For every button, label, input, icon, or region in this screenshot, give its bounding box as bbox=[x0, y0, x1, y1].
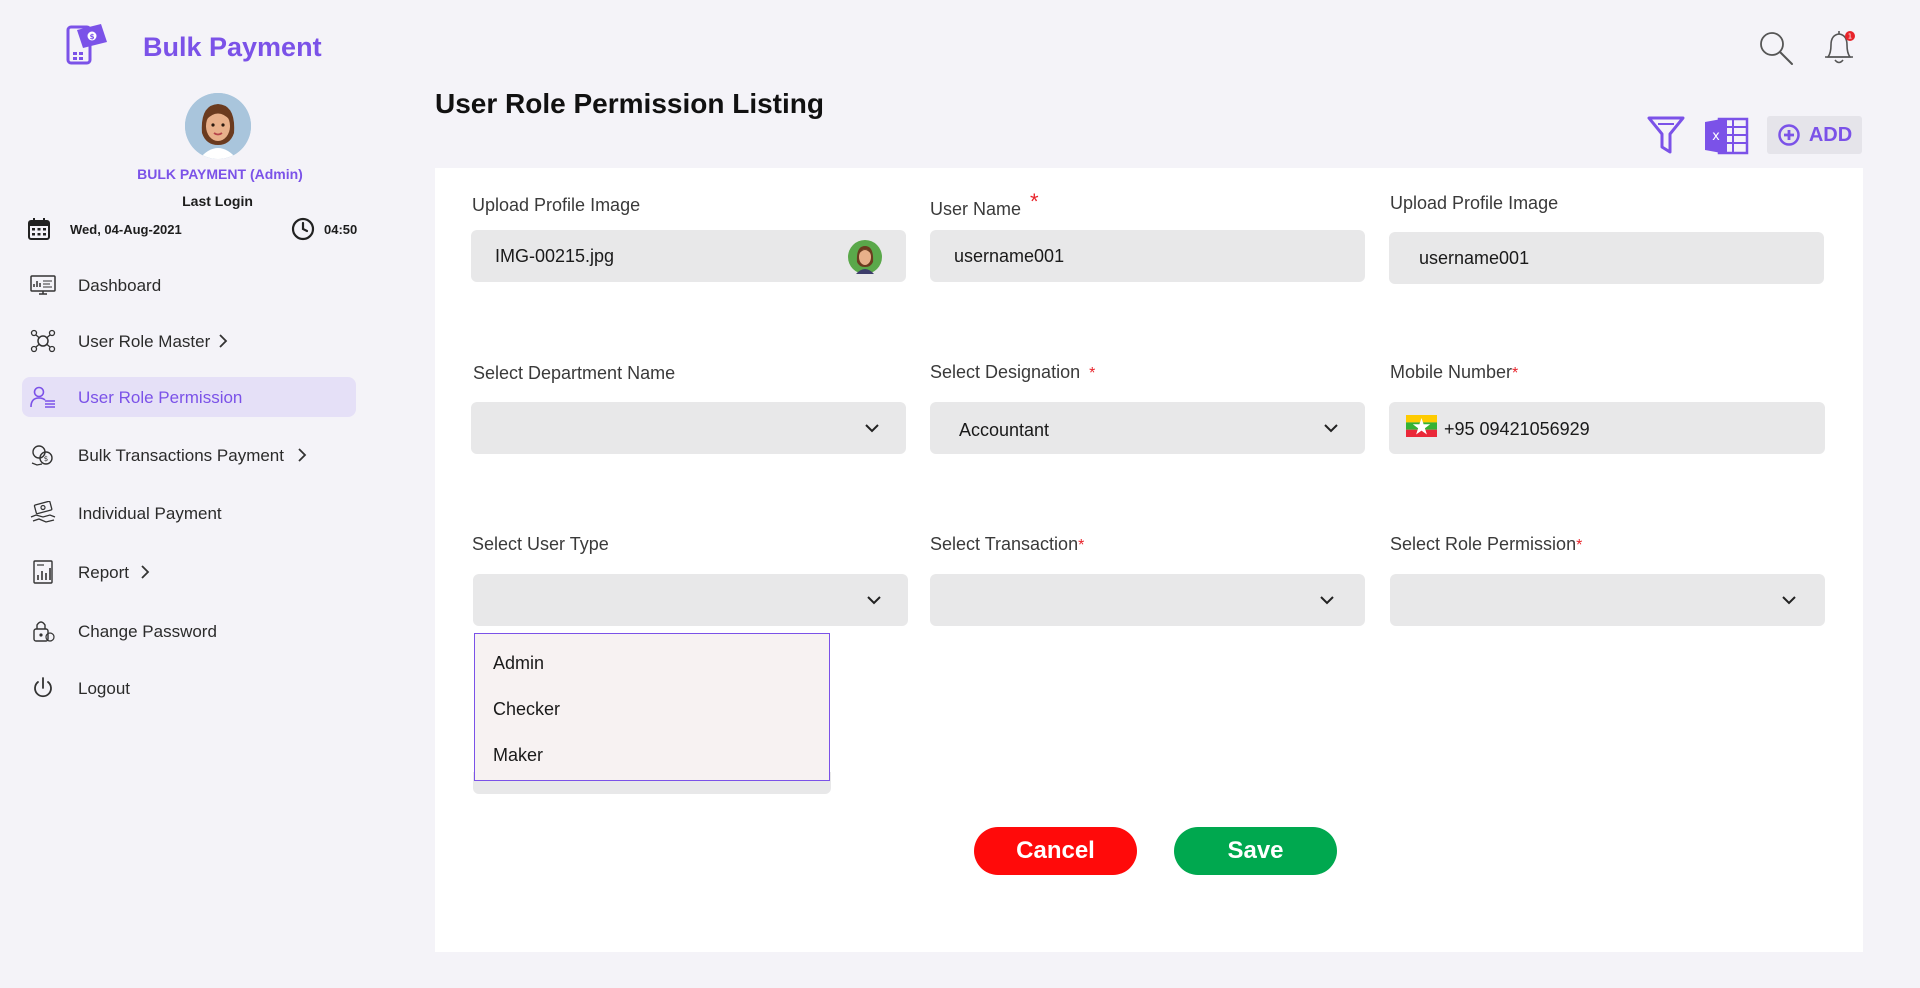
avatar bbox=[185, 93, 251, 159]
upload-profile-image-field[interactable]: IMG-00215.jpg bbox=[471, 230, 906, 282]
save-button[interactable]: Save bbox=[1174, 827, 1337, 875]
profile-thumbnail-icon bbox=[848, 240, 882, 274]
user-type-option-admin[interactable]: Admin bbox=[493, 653, 544, 674]
calendar-icon bbox=[28, 218, 50, 240]
user-name-input[interactable]: username001 bbox=[930, 230, 1365, 282]
brand[interactable]: $ bbox=[65, 22, 109, 66]
role-permission-label-text: Select Role Permission bbox=[1390, 534, 1577, 554]
svg-text:$: $ bbox=[90, 33, 95, 41]
svg-text:x: x bbox=[1712, 129, 1720, 144]
filter-icon[interactable] bbox=[1646, 114, 1686, 156]
sidebar-item-label: Individual Payment bbox=[78, 504, 222, 523]
transactions-icon: $ bbox=[31, 445, 53, 466]
user-display-name: BULK PAYMENT (Admin) bbox=[137, 166, 303, 182]
report-icon bbox=[33, 560, 53, 584]
department-select[interactable] bbox=[471, 402, 906, 454]
upload-profile-image-value: IMG-00215.jpg bbox=[495, 246, 615, 266]
phone-money-logo-icon: $ bbox=[66, 24, 107, 65]
sidebar-item-label: Dashboard bbox=[78, 276, 162, 295]
login-datetime: Wed, 04-Aug-2021 04:50 bbox=[28, 217, 368, 242]
excel-export-icon[interactable]: x bbox=[1703, 116, 1749, 156]
svg-text:$: $ bbox=[44, 455, 48, 463]
woman-avatar-icon bbox=[185, 93, 251, 159]
required-asterisk: * bbox=[1078, 537, 1085, 554]
role-network-icon bbox=[30, 329, 56, 353]
chevron-down-icon bbox=[865, 424, 879, 433]
sidebar-item-bulk-transactions-payment[interactable]: $ Bulk Transactions Payment bbox=[22, 435, 356, 475]
bell-icon[interactable]: 1 bbox=[1822, 28, 1856, 66]
required-asterisk: * bbox=[1089, 365, 1096, 382]
sidebar-item-label: User Role Master bbox=[78, 332, 211, 351]
chevron-down-icon bbox=[1324, 424, 1338, 433]
required-asterisk: * bbox=[1576, 537, 1583, 554]
sidebar-item-report[interactable]: Report bbox=[22, 552, 356, 592]
designation-label-text: Select Designation bbox=[930, 362, 1081, 382]
user-list-icon bbox=[30, 386, 55, 408]
upload-profile-image-2-field[interactable]: username001 bbox=[1389, 232, 1824, 284]
login-time: 04:50 bbox=[324, 222, 358, 237]
cancel-button[interactable]: Cancel bbox=[974, 827, 1137, 875]
mobile-number-input[interactable]: +95 09421056929 bbox=[1389, 402, 1825, 454]
myanmar-flag-icon bbox=[1406, 415, 1437, 437]
power-icon bbox=[34, 677, 52, 698]
sidebar-item-individual-payment[interactable]: Individual Payment bbox=[22, 493, 356, 533]
form-card: Upload Profile Image IMG-00215.jpg User … bbox=[435, 168, 1863, 952]
role-permission-label: Select Role Permission* bbox=[1390, 534, 1582, 555]
upload-profile-image-label: Upload Profile Image bbox=[472, 195, 641, 215]
login-date: Wed, 04-Aug-2021 bbox=[70, 222, 182, 237]
notification-count: 1 bbox=[1848, 33, 1852, 41]
search-icon[interactable] bbox=[1758, 30, 1794, 66]
transaction-label-text: Select Transaction bbox=[930, 534, 1079, 554]
transaction-label: Select Transaction* bbox=[930, 534, 1084, 555]
dashboard-icon bbox=[30, 275, 56, 295]
sidebar: $ Bulk Payment BULK PAYMENT (Admin) Last… bbox=[0, 0, 390, 988]
sidebar-item-logout[interactable]: Logout bbox=[22, 668, 356, 708]
chevron-down-icon bbox=[1782, 596, 1796, 605]
required-asterisk: * bbox=[1030, 189, 1039, 214]
user-name-value: username001 bbox=[954, 246, 1065, 266]
user-name-label: User Name * bbox=[930, 189, 1039, 221]
department-label: Select Department Name bbox=[473, 363, 676, 383]
designation-select[interactable]: Accountant bbox=[930, 402, 1365, 454]
upload-profile-image-2-value: username001 bbox=[1419, 248, 1530, 268]
user-type-option-maker[interactable]: Maker bbox=[493, 745, 543, 766]
lock-icon bbox=[33, 621, 55, 642]
chevron-right-icon bbox=[219, 334, 228, 348]
chevron-down-icon bbox=[1320, 596, 1334, 605]
role-permission-select[interactable] bbox=[1390, 574, 1825, 626]
mobile-number-label-text: Mobile Number bbox=[1390, 362, 1513, 382]
chevron-down-icon bbox=[867, 596, 881, 605]
transaction-select[interactable] bbox=[930, 574, 1365, 626]
required-asterisk: * bbox=[1512, 365, 1519, 382]
designation-label: Select Designation * bbox=[930, 362, 1095, 383]
user-name-label-text: User Name bbox=[930, 199, 1022, 219]
sidebar-item-dashboard[interactable]: Dashboard bbox=[22, 265, 356, 305]
clock-icon bbox=[291, 217, 315, 241]
last-login-label: Last Login bbox=[182, 193, 253, 209]
user-type-label: Select User Type bbox=[472, 534, 609, 554]
page-title: User Role Permission Listing bbox=[435, 88, 824, 119]
sidebar-item-label: Bulk Transactions Payment bbox=[78, 446, 284, 465]
sidebar-item-label: Report bbox=[78, 563, 130, 582]
app-name: Bulk Payment bbox=[143, 32, 322, 62]
sidebar-item-user-role-permission[interactable]: User Role Permission bbox=[22, 377, 356, 417]
chevron-right-icon bbox=[141, 565, 150, 579]
user-type-select[interactable] bbox=[473, 574, 908, 626]
sidebar-item-user-role-master[interactable]: User Role Master bbox=[22, 321, 356, 361]
mobile-number-label: Mobile Number* bbox=[1390, 362, 1518, 383]
user-type-option-checker[interactable]: Checker bbox=[493, 699, 560, 720]
sidebar-item-label: User Role Permission bbox=[78, 388, 243, 407]
mobile-number-value: +95 09421056929 bbox=[1444, 419, 1590, 439]
upload-profile-image-2-label: Upload Profile Image bbox=[1390, 193, 1559, 213]
plus-circle-icon bbox=[1778, 124, 1800, 146]
add-button-label: ADD bbox=[1808, 123, 1853, 146]
user-type-dropdown-list: Admin Checker Maker bbox=[474, 633, 830, 781]
sidebar-item-change-password[interactable]: Change Password bbox=[22, 611, 356, 651]
sidebar-item-label: Logout bbox=[78, 679, 130, 698]
designation-value: Accountant bbox=[959, 420, 1050, 440]
chevron-right-icon bbox=[298, 448, 307, 462]
add-button[interactable]: ADD bbox=[1767, 116, 1862, 154]
sidebar-item-label: Change Password bbox=[78, 622, 217, 641]
hand-money-icon bbox=[30, 501, 56, 523]
